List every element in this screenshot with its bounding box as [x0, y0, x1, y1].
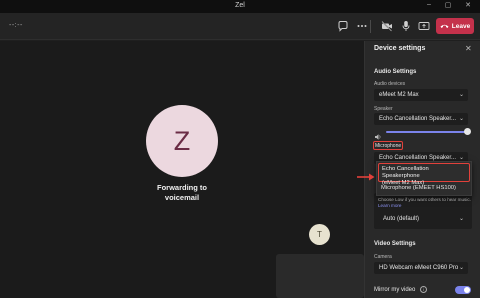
- call-timer: --:--: [9, 22, 23, 29]
- learn-more-link[interactable]: Learn more: [378, 203, 402, 208]
- video-settings-heading: Video Settings: [374, 241, 416, 247]
- microphone-label: Microphone: [373, 141, 403, 150]
- window-titlebar: Zel – ▢ ✕: [0, 0, 480, 13]
- camera-label: Camera: [374, 254, 392, 260]
- chevron-down-icon: ⌄: [458, 155, 464, 161]
- self-avatar: T: [309, 224, 330, 245]
- mirror-video-label: Mirror my video: [374, 287, 416, 293]
- chevron-down-icon: ⌄: [458, 265, 464, 271]
- microphone-option-selected[interactable]: Echo Cancellation Speakerphone (eMeet M2…: [378, 163, 470, 186]
- call-status-line1: Forwarding to: [157, 183, 207, 192]
- leave-phone-icon: [440, 24, 449, 28]
- audio-devices-value: eMeet M2 Max: [379, 92, 419, 98]
- speaker-volume-slider[interactable]: [374, 128, 472, 140]
- close-window-icon[interactable]: ✕: [461, 1, 475, 9]
- option-selected-line1: Echo Cancellation Speakerphone: [382, 166, 429, 179]
- noise-suppression-text: Choose Low if you want others to hear mu…: [378, 197, 472, 209]
- info-icon[interactable]: i: [420, 286, 427, 293]
- speaker-dropdown[interactable]: Echo Cancellation Speaker... ⌄: [374, 113, 468, 125]
- microphone-icon[interactable]: [400, 20, 412, 32]
- self-video-tile: [276, 254, 364, 298]
- microphone-option-2[interactable]: Microphone (EMEET HS100): [381, 185, 456, 191]
- camera-value: HD Webcam eMeet C960 Pro: [379, 265, 459, 271]
- noise-suppression-value: Auto (default): [383, 216, 420, 222]
- chevron-down-icon: ⌄: [458, 116, 464, 122]
- toggle-knob: [464, 287, 470, 293]
- microphone-menu: Echo Cancellation Speakerphone (eMeet M2…: [376, 161, 472, 196]
- chevron-down-icon: ⌄: [458, 216, 464, 222]
- audio-devices-label: Audio devices: [374, 81, 406, 87]
- call-status-line2: voicemail: [164, 193, 200, 202]
- more-icon[interactable]: [356, 20, 368, 32]
- window-title: Zel: [235, 2, 245, 9]
- annotation-arrow-icon: [357, 173, 375, 181]
- leave-button[interactable]: Leave: [436, 18, 474, 34]
- speaker-label: Speaker: [374, 106, 393, 112]
- call-toolbar: --:-- Leave: [0, 13, 480, 40]
- panel-title: Device settings: [374, 45, 426, 52]
- call-stage: Z Forwarding to voicemail T: [0, 41, 364, 298]
- share-icon[interactable]: [418, 20, 430, 32]
- caller-avatar: Z: [146, 105, 218, 177]
- camera-icon[interactable]: [381, 20, 393, 32]
- close-panel-icon[interactable]: ✕: [465, 44, 472, 53]
- speaker-value: Echo Cancellation Speaker...: [379, 116, 457, 122]
- call-status: Forwarding to voicemail: [132, 183, 232, 203]
- camera-dropdown[interactable]: HD Webcam eMeet C960 Pro ⌄: [374, 262, 468, 274]
- volume-track[interactable]: [386, 131, 468, 133]
- noise-suppression-dropdown[interactable]: Auto (default) ⌄: [378, 213, 468, 225]
- toolbar-divider: [370, 20, 371, 33]
- chevron-down-icon: ⌄: [458, 92, 464, 98]
- maximize-icon[interactable]: ▢: [441, 1, 455, 9]
- noise-description: Choose Low if you want others to hear mu…: [378, 197, 471, 202]
- minimize-icon[interactable]: –: [422, 1, 436, 8]
- audio-devices-dropdown[interactable]: eMeet M2 Max ⌄: [374, 89, 468, 101]
- audio-settings-heading: Audio Settings: [374, 69, 417, 75]
- speaker-volume-icon: [375, 134, 381, 140]
- chat-icon[interactable]: [337, 20, 349, 32]
- leave-label: Leave: [451, 22, 471, 30]
- volume-thumb[interactable]: [464, 128, 471, 135]
- mirror-video-toggle[interactable]: [455, 286, 471, 294]
